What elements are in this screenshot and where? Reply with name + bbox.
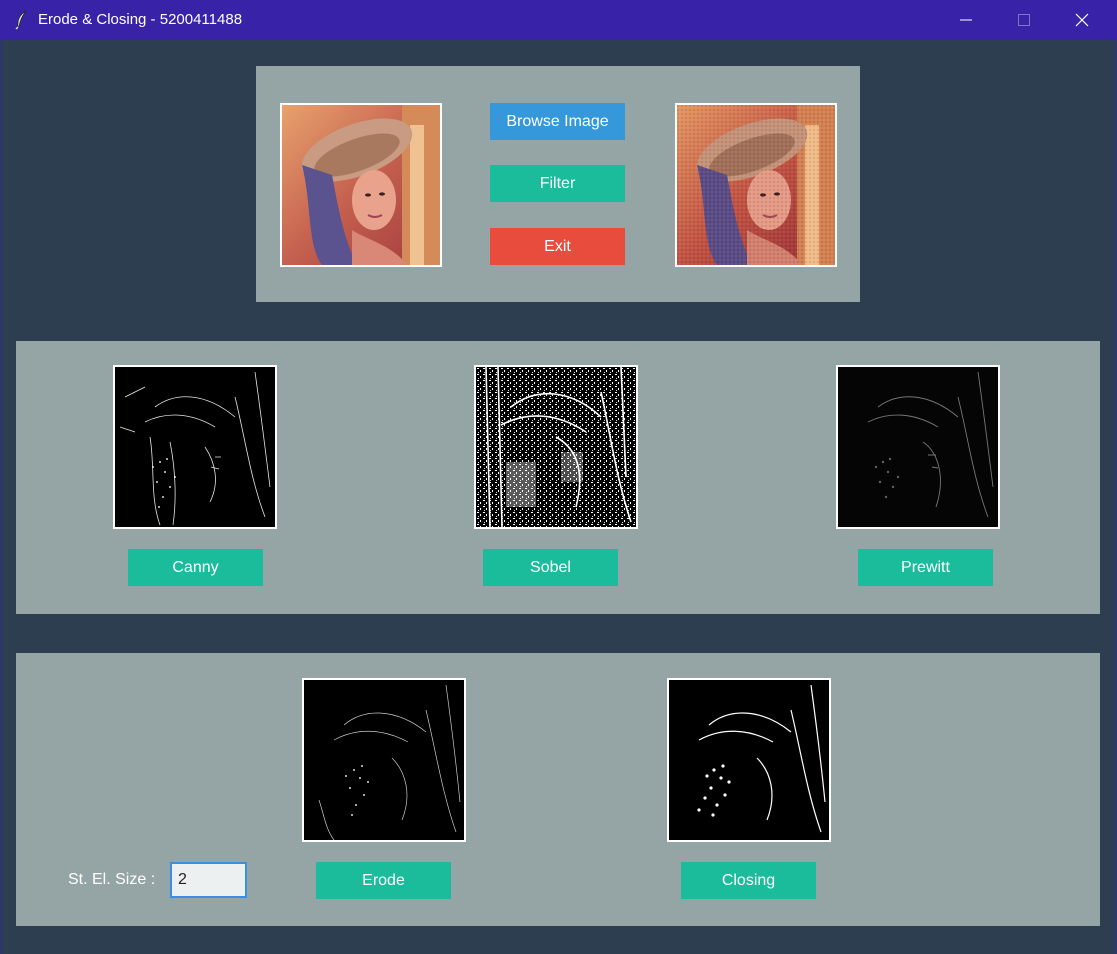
sobel-image [474, 365, 638, 529]
maximize-button[interactable] [995, 0, 1053, 40]
closing-button[interactable]: Closing [681, 862, 816, 899]
structuring-element-size-input[interactable] [170, 862, 247, 898]
minimize-icon [960, 19, 972, 21]
close-button[interactable] [1053, 0, 1111, 40]
prewitt-image [836, 365, 1000, 529]
browse-image-button[interactable]: Browse Image [490, 103, 625, 140]
filter-button[interactable]: Filter [490, 165, 625, 202]
erode-button[interactable]: Erode [316, 862, 451, 899]
structuring-element-size-label: St. El. Size : [68, 871, 156, 888]
prewitt-button[interactable]: Prewitt [858, 549, 993, 586]
closing-image [667, 678, 831, 842]
exit-button[interactable]: Exit [490, 228, 625, 265]
original-image [280, 103, 442, 267]
filtered-image [675, 103, 837, 267]
sobel-button[interactable]: Sobel [483, 549, 618, 586]
title-bar: Erode & Closing - 5200411488 [0, 0, 1117, 40]
app-window: Erode & Closing - 5200411488 Browse Imag… [0, 0, 1117, 954]
close-icon [1075, 13, 1089, 27]
canny-button[interactable]: Canny [128, 549, 263, 586]
window-border-left [0, 40, 2, 954]
minimize-button[interactable] [937, 0, 995, 40]
erode-image [302, 678, 466, 842]
window-title: Erode & Closing - 5200411488 [38, 11, 243, 28]
canny-image [113, 365, 277, 529]
feather-icon [14, 10, 30, 30]
maximize-icon [1018, 14, 1030, 26]
